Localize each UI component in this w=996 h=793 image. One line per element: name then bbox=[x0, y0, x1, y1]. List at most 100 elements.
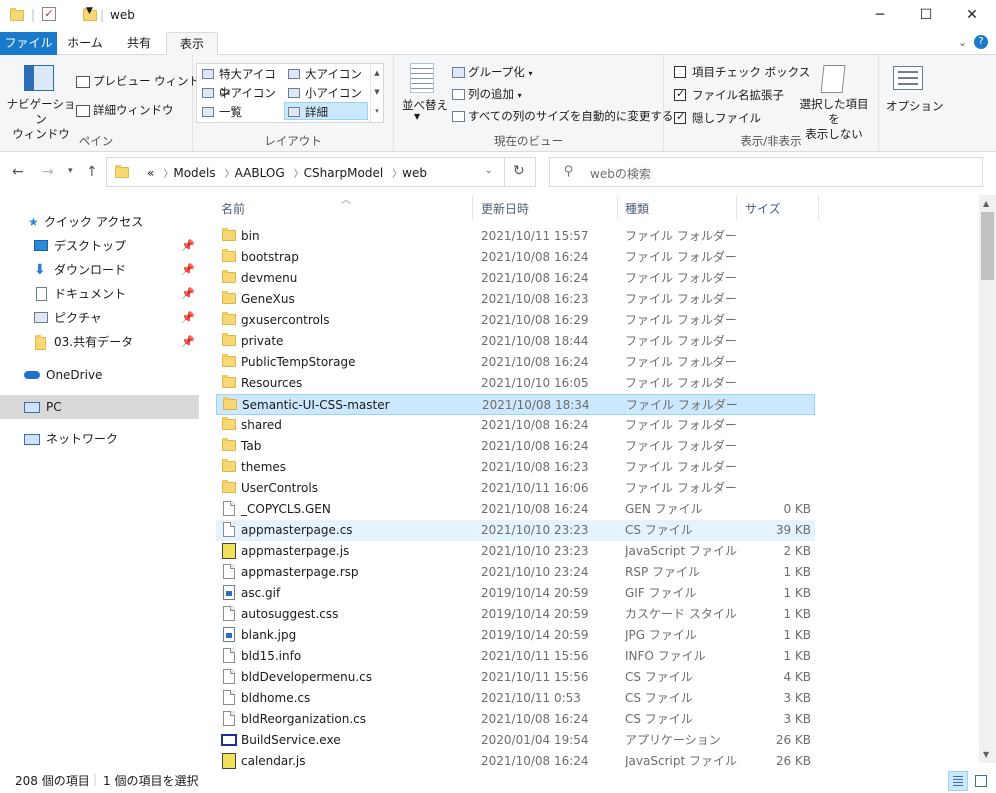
file-row[interactable]: bldDevelopermenu.cs 2021/10/11 15:56 CS ファ… bbox=[216, 667, 815, 688]
column-header-date[interactable]: 更新日時 bbox=[481, 200, 529, 217]
column-header-size[interactable]: サイズ bbox=[745, 200, 781, 217]
file-row[interactable]: BuildService.exe 2020/01/04 19:54 アプリケーション… bbox=[216, 730, 815, 751]
nav-item-documents[interactable]: ドキュメント 📌 bbox=[0, 282, 199, 306]
layout-large-icons[interactable]: 大アイコン bbox=[285, 65, 369, 83]
breadcrumb-item[interactable]: AABLOG bbox=[235, 166, 285, 180]
pin-icon[interactable]: 📌 bbox=[181, 282, 195, 306]
nav-item-onedrive[interactable]: OneDrive bbox=[0, 363, 199, 387]
file-row[interactable]: gxusercontrols 2021/10/08 16:29 ファイル フォルダー bbox=[216, 310, 815, 331]
file-row[interactable]: Semantic-UI-CSS-master 2021/10/08 18:34 ファ… bbox=[216, 394, 815, 415]
column-header-name[interactable]: 名前 bbox=[221, 200, 245, 217]
details-view-button[interactable] bbox=[948, 771, 968, 791]
tab-file[interactable]: ファイル bbox=[0, 32, 57, 55]
pin-icon[interactable]: 📌 bbox=[181, 306, 195, 330]
file-row[interactable]: appmasterpage.js 2021/10/10 23:23 JavaScri… bbox=[216, 541, 815, 562]
item-checkboxes-toggle[interactable]: 項目チェック ボックス bbox=[674, 64, 810, 80]
pin-icon[interactable]: 📌 bbox=[181, 234, 195, 258]
tab-share[interactable]: 共有 bbox=[113, 32, 165, 55]
tab-home[interactable]: ホーム bbox=[58, 32, 112, 55]
group-by-button[interactable]: グループ化 ▾ bbox=[452, 64, 532, 80]
file-row[interactable]: bin 2021/10/11 15:57 ファイル フォルダー bbox=[216, 226, 815, 247]
minimize-button[interactable]: ─ bbox=[857, 0, 903, 30]
hidden-items-toggle[interactable]: 隠しファイル bbox=[674, 110, 761, 126]
preview-pane-button[interactable]: プレビュー ウィンドウ bbox=[76, 73, 212, 89]
breadcrumb-overflow[interactable]: « bbox=[147, 166, 154, 180]
file-row[interactable]: UserControls 2021/10/11 16:06 ファイル フォルダー bbox=[216, 478, 815, 499]
file-row[interactable]: blank.jpg 2019/10/14 20:59 JPG ファイル 1 KB bbox=[216, 625, 815, 646]
details-pane-button[interactable]: 詳細ウィンドウ bbox=[76, 102, 174, 118]
file-row[interactable]: _COPYCLS.GEN 2021/10/08 16:24 GEN ファイル 0 KB bbox=[216, 499, 815, 520]
column-divider[interactable] bbox=[736, 195, 737, 220]
column-header-type[interactable]: 種類 bbox=[625, 200, 649, 217]
file-row[interactable]: themes 2021/10/08 16:23 ファイル フォルダー bbox=[216, 457, 815, 478]
hidden-items-checkbox[interactable] bbox=[674, 110, 686, 124]
layout-scroll[interactable]: ▲ ▼ ▾ bbox=[370, 64, 383, 122]
nav-item-downloads[interactable]: ⬇ ダウンロード 📌 bbox=[0, 258, 199, 282]
file-row[interactable]: GeneXus 2021/10/08 16:23 ファイル フォルダー bbox=[216, 289, 815, 310]
nav-item-desktop[interactable]: デスクトップ 📌 bbox=[0, 234, 199, 258]
help-icon[interactable]: ? bbox=[974, 35, 988, 49]
nav-item-pc[interactable]: PC bbox=[0, 395, 199, 419]
scroll-down-icon[interactable]: ▼ bbox=[983, 750, 989, 759]
chevron-right-icon[interactable]: 〉 bbox=[392, 169, 402, 180]
add-columns-button[interactable]: 列の追加 ▾ bbox=[452, 86, 522, 102]
file-row[interactable]: bldhome.cs 2021/10/11 0:53 CS ファイル 3 KB bbox=[216, 688, 815, 709]
maximize-button[interactable]: ☐ bbox=[903, 0, 949, 30]
breadcrumb-item[interactable]: web bbox=[402, 166, 427, 180]
close-button[interactable]: ✕ bbox=[949, 0, 995, 30]
autosize-columns-button[interactable]: すべての列のサイズを自動的に変更する bbox=[452, 108, 673, 124]
file-row[interactable]: appmasterpage.cs 2021/10/10 23:23 CS ファイル 3… bbox=[216, 520, 815, 541]
file-row[interactable]: bldReorganization.cs 2021/10/08 16:24 CS フ… bbox=[216, 709, 815, 730]
chevron-right-icon[interactable]: 〉 bbox=[225, 169, 235, 180]
search-box[interactable]: ⚲ webの検索 bbox=[549, 157, 983, 187]
file-row[interactable]: PublicTempStorage 2021/10/08 16:24 ファイル フォ… bbox=[216, 352, 815, 373]
item-checkboxes-checkbox[interactable] bbox=[674, 66, 686, 78]
refresh-icon[interactable]: ↻ bbox=[513, 163, 525, 179]
back-arrow-icon[interactable]: ← bbox=[12, 164, 24, 180]
nav-item-quick-access[interactable]: ★ クイック アクセス bbox=[0, 210, 199, 234]
sort-button[interactable]: 並べ替え bbox=[402, 97, 448, 113]
file-row[interactable]: bootstrap 2021/10/08 16:24 ファイル フォルダー bbox=[216, 247, 815, 268]
nav-item-network[interactable]: ネットワーク bbox=[0, 427, 199, 451]
scrollbar-thumb[interactable] bbox=[981, 212, 994, 280]
address-history-icon[interactable]: ⌄ bbox=[485, 166, 493, 176]
chevron-right-icon[interactable]: 〉 bbox=[294, 169, 304, 180]
layout-details[interactable]: 詳細 bbox=[284, 102, 368, 120]
file-row[interactable]: shared 2021/10/08 16:24 ファイル フォルダー bbox=[216, 415, 815, 436]
ribbon-collapse-icon[interactable]: ⌄ bbox=[958, 36, 967, 49]
recent-locations-icon[interactable]: ▾ bbox=[68, 166, 73, 176]
column-divider[interactable] bbox=[472, 195, 473, 220]
layout-extra-large-icons[interactable]: 特大アイコン bbox=[199, 65, 283, 99]
pin-icon[interactable]: 📌 bbox=[181, 258, 195, 282]
file-row[interactable]: private 2021/10/08 18:44 ファイル フォルダー bbox=[216, 331, 815, 352]
large-icons-view-button[interactable] bbox=[971, 771, 991, 791]
options-button[interactable]: オプション bbox=[886, 98, 944, 114]
nav-item-pictures[interactable]: ピクチャ 📌 bbox=[0, 306, 199, 330]
file-row[interactable]: asc.gif 2019/10/14 20:59 GIF ファイル 1 KB bbox=[216, 583, 815, 604]
file-row[interactable]: appmasterpage.rsp 2021/10/10 23:24 RSP ファイ… bbox=[216, 562, 815, 583]
file-row[interactable]: autosuggest.css 2019/10/14 20:59 カスケード スタイ… bbox=[216, 604, 815, 625]
address-bar[interactable]: «〉Models 〉AABLOG 〉CSharpModel 〉web ⌄ ↻ bbox=[106, 157, 536, 187]
scroll-up-icon[interactable]: ▲ bbox=[983, 199, 989, 208]
file-row[interactable]: Resources 2021/10/10 16:05 ファイル フォルダー bbox=[216, 373, 815, 394]
nav-item-shared-data[interactable]: 03.共有データ 📌 bbox=[0, 330, 199, 354]
vertical-scrollbar[interactable]: ▲ ▼ bbox=[979, 195, 996, 763]
customize-quick-access-icon[interactable]: ▼ bbox=[86, 6, 93, 22]
up-arrow-icon[interactable]: ↑ bbox=[86, 164, 98, 180]
file-row[interactable]: Tab 2021/10/08 16:24 ファイル フォルダー bbox=[216, 436, 815, 457]
layout-list[interactable]: 一覧 bbox=[199, 103, 283, 121]
breadcrumb-item[interactable]: Models bbox=[173, 166, 215, 180]
file-extensions-toggle[interactable]: ファイル名拡張子 bbox=[674, 87, 784, 103]
navigation-pane-icon[interactable] bbox=[24, 65, 54, 91]
properties-icon[interactable]: ✓ bbox=[42, 7, 56, 21]
pin-icon[interactable]: 📌 bbox=[181, 330, 195, 354]
column-divider[interactable] bbox=[617, 195, 618, 220]
column-divider[interactable] bbox=[818, 195, 819, 220]
breadcrumb-item[interactable]: CSharpModel bbox=[304, 166, 384, 180]
layout-small-icons[interactable]: 小アイコン bbox=[285, 84, 369, 102]
chevron-right-icon[interactable]: 〉 bbox=[163, 169, 173, 180]
file-row[interactable]: bld15.info 2021/10/11 15:56 INFO ファイル 1 KB bbox=[216, 646, 815, 667]
tab-view[interactable]: 表示 bbox=[166, 32, 218, 56]
layout-medium-icons[interactable]: 中アイコン bbox=[199, 84, 283, 102]
sort-dropdown-icon[interactable]: ▼ bbox=[414, 112, 420, 121]
